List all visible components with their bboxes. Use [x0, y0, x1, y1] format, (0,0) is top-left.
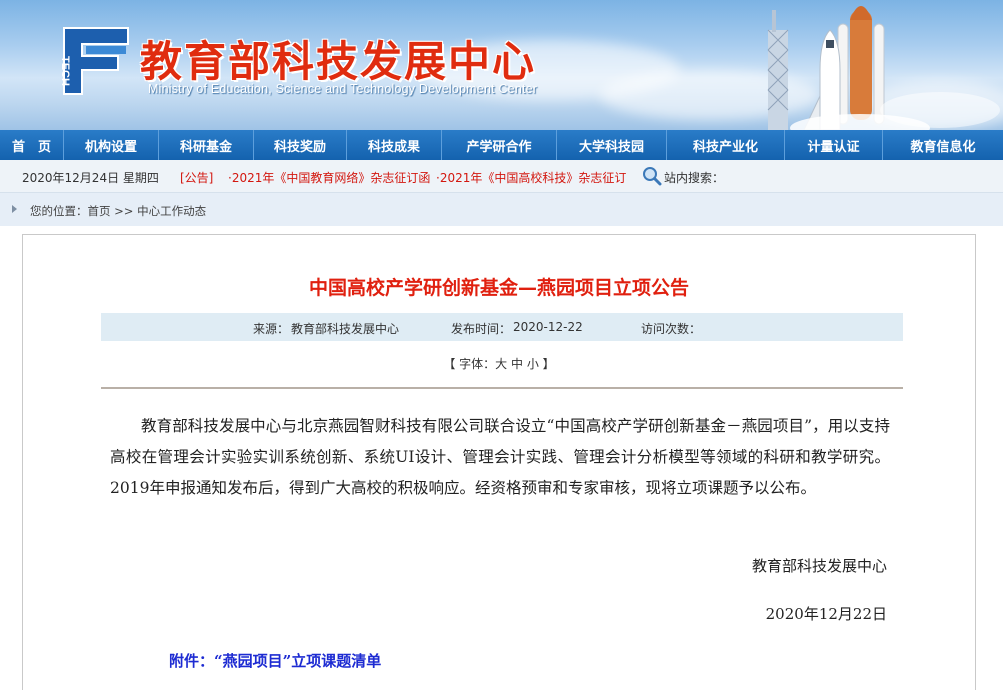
- info-bar: 2020年12月24日 星期四 [公告] ·2021年《中国教育网络》杂志征订函…: [0, 160, 1003, 193]
- nav-item-industrialization[interactable]: 科技产业化: [667, 130, 785, 160]
- space-shuttle-image: [767, 6, 1000, 130]
- source-value: 教育部科技发展中心: [291, 322, 400, 336]
- current-date: 2020年12月24日 星期四: [22, 171, 159, 185]
- logo-text: TECH: [59, 56, 71, 86]
- nav-item-achievements[interactable]: 科技成果: [347, 130, 442, 160]
- search-icon[interactable]: [642, 166, 662, 186]
- nav-item-metrology[interactable]: 计量认证: [785, 130, 883, 160]
- signature-date: 2020年12月22日: [765, 605, 887, 623]
- notice-link[interactable]: ·2021年《中国高校科技》杂志征订: [436, 169, 626, 186]
- breadcrumb-arrow-icon: [12, 205, 17, 213]
- nav-item-cooperation[interactable]: 产学研合作: [442, 130, 557, 160]
- nav-item-science-park[interactable]: 大学科技园: [557, 130, 667, 160]
- visits-label: 访问次数：: [641, 322, 702, 336]
- nav-item-informatization[interactable]: 教育信息化: [883, 130, 1003, 160]
- site-header: TECH 教育部科技发展中心 Ministry of Education, Sc…: [0, 0, 1003, 130]
- article-meta: 来源： 教育部科技发展中心 发布时间： 2020-12-22 访问次数：: [101, 313, 903, 341]
- breadcrumb[interactable]: 您的位置：首页 >> 中心工作动态: [30, 203, 206, 219]
- divider: [101, 387, 903, 389]
- attachment-link[interactable]: 附件：“燕园项目”立项课题清单: [169, 650, 381, 671]
- notice-label: [公告]: [180, 171, 214, 185]
- breadcrumb-bar: 您的位置：首页 >> 中心工作动态: [0, 193, 1003, 226]
- font-size-switcher: 【 字体：大 中 小 】: [23, 355, 975, 372]
- site-subtitle: Ministry of Education, Science and Techn…: [148, 82, 538, 96]
- nav-item-awards[interactable]: 科技奖励: [254, 130, 347, 160]
- search-label: 站内搜索：: [664, 171, 725, 185]
- publish-date: 2020-12-22: [513, 320, 583, 334]
- font-large-link[interactable]: 大: [495, 357, 507, 371]
- font-size-prefix: 【 字体：: [443, 357, 496, 371]
- tech-logo-icon[interactable]: TECH: [56, 22, 136, 100]
- nav-item-research-fund[interactable]: 科研基金: [159, 130, 254, 160]
- nav-item-home[interactable]: 首 页: [0, 130, 64, 160]
- nav-item-organization[interactable]: 机构设置: [64, 130, 159, 160]
- signature: 教育部科技发展中心: [751, 557, 887, 575]
- site-title[interactable]: 教育部科技发展中心: [140, 28, 536, 89]
- article-title: 中国高校产学研创新基金—燕园项目立项公告: [308, 277, 689, 299]
- article-panel: 中国高校产学研创新基金—燕园项目立项公告 来源： 教育部科技发展中心 发布时间：…: [22, 234, 976, 690]
- notice-link[interactable]: ·2021年《中国教育网络》杂志征订函: [228, 169, 430, 186]
- source-label: 来源：: [253, 322, 290, 336]
- article-body: 教育部科技发展中心与北京燕园智财科技有限公司联合设立“中国高校产学研创新基金－燕…: [110, 417, 890, 497]
- font-small-link[interactable]: 小: [527, 357, 539, 371]
- publish-label: 发布时间：: [451, 322, 512, 336]
- font-medium-link[interactable]: 中: [511, 357, 523, 371]
- main-nav: 首 页 机构设置 科研基金 科技奖励 科技成果 产学研合作 大学科技园 科技产业…: [0, 130, 1003, 160]
- font-size-suffix: 】: [538, 357, 555, 371]
